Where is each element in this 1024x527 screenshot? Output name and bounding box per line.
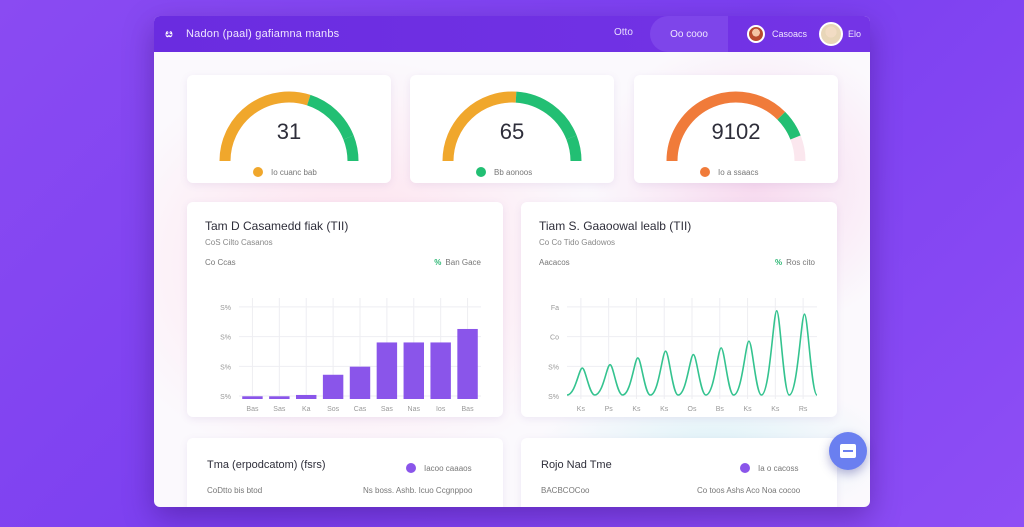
card-title: Tma (erpodcatom) (fsrs) (207, 459, 326, 471)
x-tick-label: Nas (408, 406, 421, 413)
legend-dot-icon (476, 167, 486, 177)
avatar[interactable] (747, 25, 765, 43)
x-tick-label: Ka (302, 406, 311, 413)
gauge-value: 9102 (711, 119, 761, 144)
x-tick-label: Ks (577, 406, 586, 413)
floating-action-button[interactable] (829, 432, 867, 470)
y-tick-label: S% (220, 305, 231, 312)
legend-dot-icon (700, 167, 710, 177)
x-tick-label: Ks (632, 406, 641, 413)
x-tick-label: Bas (246, 406, 259, 413)
y-tick-label: S% (548, 394, 559, 401)
y-tick-label: S% (220, 394, 231, 401)
bar-chart-panel: Tam D Casamedd fiak (TII) CoS Cilto Casa… (187, 202, 503, 417)
x-tick-label: Sas (273, 406, 286, 413)
x-tick-label: Ps (605, 406, 614, 413)
line-chart-panel: Tiam S. Gaaoowal lealb (TII) Co Co Tido … (521, 202, 837, 417)
legend-label: Ia o cacoss (758, 463, 799, 473)
bar[interactable] (322, 374, 344, 399)
document-icon (840, 444, 856, 458)
x-tick-label: Rs (799, 406, 808, 413)
legend-dot-icon (406, 463, 416, 473)
bar-chart: S% S% S% S% Bas Sas Ka Sos Cas Sas Nas Ios Bas (220, 298, 481, 413)
gauge-legend-label: Io cuanc bab (271, 167, 317, 177)
gauge-legend-label: Io a ssaacs (718, 167, 759, 177)
gauge-value: 65 (499, 119, 525, 144)
x-tick-label: Bs (716, 406, 725, 413)
bar[interactable] (296, 394, 317, 399)
x-tick-label: Sos (327, 406, 340, 413)
y-tick-label: S% (220, 335, 231, 342)
gauge-value: 31 (276, 119, 302, 144)
gauge-legend: Bb aonoos (476, 167, 532, 177)
y-tick-label: S% (548, 364, 559, 371)
bar[interactable] (269, 396, 290, 399)
user-name[interactable]: Casoacs (772, 29, 807, 39)
gauge-legend: Io cuanc bab (253, 167, 317, 177)
user-name[interactable]: Elo (848, 29, 861, 39)
bar[interactable] (430, 342, 451, 399)
gauge-card: 9102 Io a ssaacs (634, 75, 838, 183)
x-tick-label: Sas (381, 406, 394, 413)
bar[interactable] (457, 328, 478, 399)
card-subtext: Ns boss. Ashb. Icuo Ccgnppoo (363, 486, 473, 495)
logo-icon[interactable]: ೞ (162, 27, 176, 41)
legend-dot-icon (740, 463, 750, 473)
y-tick-label: Fa (551, 305, 559, 312)
gauge-card: 31 Io cuanc bab (187, 75, 391, 183)
x-tick-label: Os (688, 406, 697, 413)
x-tick-label: Ks (771, 406, 780, 413)
x-tick-label: Ks (660, 406, 669, 413)
x-tick-label: Bas (462, 406, 475, 413)
card-subtext: BACBCOCoo (541, 486, 590, 495)
avatar[interactable] (819, 22, 843, 46)
line-chart: S% S% Co Fa Ks Ps Ks Ks Os Bs Ks Ks Rs (548, 298, 818, 413)
legend-label: Iacoo caaaos (424, 463, 472, 473)
y-tick-label: Co (550, 335, 559, 342)
card-subtext: CoDtto bis btod (207, 486, 263, 495)
x-tick-label: Cas (354, 406, 367, 413)
x-tick-label: Ios (436, 406, 446, 413)
summary-card: Tma (erpodcatom) (fsrs) Iacoo caaaos CoD… (187, 438, 503, 507)
nav-pill-button[interactable]: Oo cooo (650, 16, 728, 52)
card-legend: Iacoo caaaos (406, 463, 472, 473)
summary-card: Rojo Nad Tme Ia o cacoss BACBCOCoo Co to… (521, 438, 837, 507)
bar[interactable] (242, 396, 263, 399)
top-bar: ೞ Nadon (paal) gafiamna manbs Otto Oo co… (154, 16, 870, 52)
bar[interactable] (349, 366, 371, 399)
card-legend: Ia o cacoss (740, 463, 798, 473)
nav-link[interactable]: Otto (614, 27, 633, 38)
app-title: Nadon (paal) gafiamna manbs (186, 28, 340, 40)
card-title: Rojo Nad Tme (541, 459, 612, 471)
gauge-card: 65 Bb aonoos (410, 75, 614, 183)
y-tick-label: S% (220, 364, 231, 371)
gauge-legend-label: Bb aonoos (494, 167, 533, 177)
legend-dot-icon (253, 167, 263, 177)
dashboard-window: ೞ Nadon (paal) gafiamna manbs Otto Oo co… (154, 16, 870, 507)
bar[interactable] (403, 342, 424, 399)
gauge-legend: Io a ssaacs (700, 167, 758, 177)
bar[interactable] (376, 342, 398, 399)
x-tick-label: Ks (743, 406, 752, 413)
card-subtext: Co toos Ashs Aco Noa cocoo (697, 486, 801, 495)
